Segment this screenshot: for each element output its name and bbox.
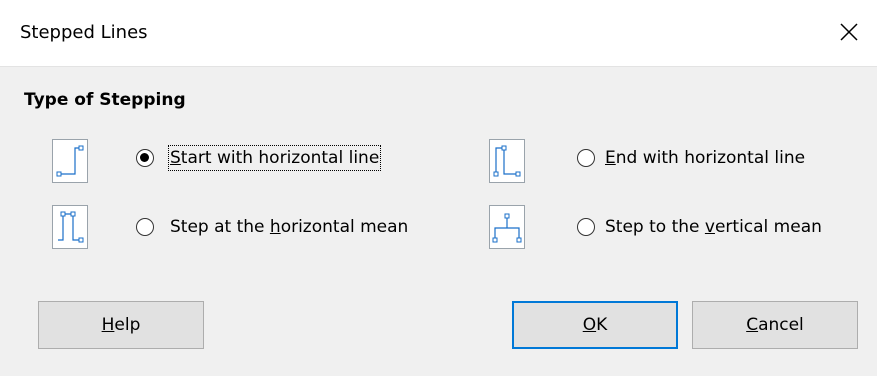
radio-horizontal-mean[interactable] (136, 218, 154, 236)
dialog-title: Stepped Lines (20, 22, 148, 43)
close-button[interactable] (829, 14, 869, 50)
radio-end-horizontal[interactable] (577, 149, 595, 167)
option-label-vertical-mean[interactable]: Step to the vertical mean (605, 216, 822, 238)
step-horizontal-mean-icon (52, 205, 88, 249)
radio-start-horizontal[interactable] (136, 149, 154, 167)
step-end-horizontal-icon (489, 139, 525, 183)
option-label-horizontal-mean[interactable]: Step at the horizontal mean (170, 216, 408, 238)
cancel-button[interactable]: Cancel (692, 301, 858, 349)
option-label-start-horizontal[interactable]: Start with horizontal line (167, 145, 382, 171)
section-title: Type of Stepping (24, 90, 186, 110)
ok-button[interactable]: OK (512, 301, 678, 349)
ok-button-label: OK (582, 315, 608, 335)
title-bar: Stepped Lines (0, 0, 877, 67)
step-vertical-mean-icon (489, 205, 525, 249)
help-button[interactable]: Help (38, 301, 204, 349)
radio-vertical-mean[interactable] (577, 218, 595, 236)
stepped-lines-dialog: Stepped Lines Type of Stepping Start wit… (0, 0, 877, 376)
option-label-end-horizontal[interactable]: End with horizontal line (605, 147, 805, 169)
step-start-horizontal-icon (52, 139, 88, 183)
close-icon (840, 23, 858, 41)
help-button-label: Help (101, 315, 141, 335)
cancel-button-label: Cancel (746, 315, 804, 335)
